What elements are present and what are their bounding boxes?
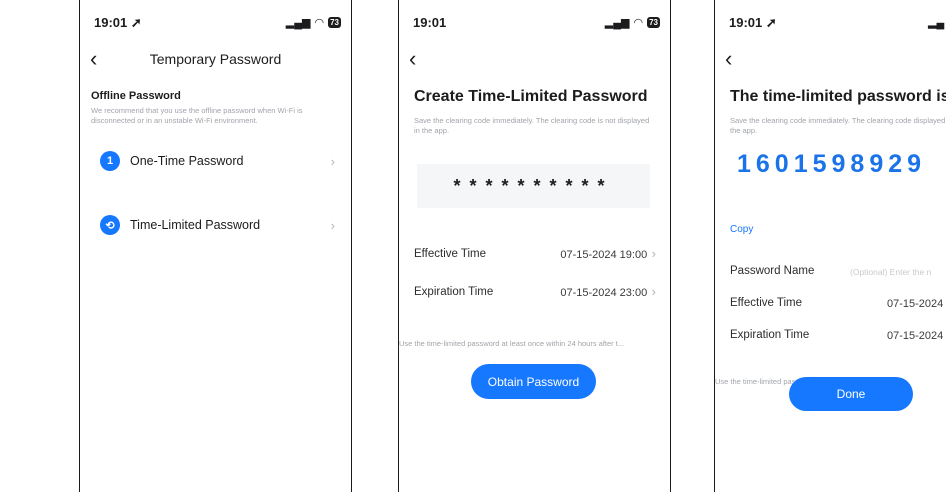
page-subtitle: Save the clearing code immediately. The … [414,116,650,135]
chevron-right-icon: › [651,284,656,299]
menu-item-label: One-Time Password [130,154,244,168]
wifi-icon: ◠ [633,17,644,29]
wifi-icon: ◠ [314,17,325,29]
status-icons: ▂▄▆ ◠ 73 [286,16,341,29]
screen-create-time-limited-password: 19:01 ▂▄▆ ◠ 73 ‹ Create Time-Limited Pas… [398,0,671,492]
location-arrow-icon: ➚ [130,15,142,30]
obtain-password-button[interactable]: Obtain Password [471,364,596,399]
status-time: 19:01 [413,15,447,30]
expiration-time-value[interactable]: 07-15-2024 2 [887,330,946,342]
page-title: The time-limited password is obt [730,88,946,105]
signal-icon: ▂▄ [928,17,945,29]
copy-button[interactable]: Copy [730,224,753,235]
status-time: 19:01 ➚ [729,15,777,31]
back-button[interactable]: ‹ [725,48,732,70]
signal-icon: ▂▄▆ [285,17,311,29]
expiration-time-value: 07-15-2024 23:00 [560,287,648,299]
chevron-right-icon: › [330,153,335,169]
time-limited-password-item[interactable]: ⟲ Time-Limited Password › [100,209,335,241]
effective-time-value-group: 07-15-2024 19:00 › [560,245,656,263]
chevron-right-icon: › [330,217,335,233]
page-title: Create Time-Limited Password [414,88,648,105]
battery-icon: 73 [328,17,341,28]
status-time-text: 19:01 [729,15,763,30]
expiration-time-row[interactable]: Expiration Time 07-15-2024 23:00 › [414,283,656,301]
location-arrow-icon: ➚ [765,15,777,30]
time-limited-icon: ⟲ [100,215,120,235]
section-title: Offline Password [91,90,181,102]
page-subtitle: Save the clearing code immediately. The … [730,116,946,135]
screen-temporary-password: 19:01 ➚ ▂▄▆ ◠ 73 ‹ Temporary Password Of… [79,0,352,492]
expiration-time-label: Expiration Time [730,329,810,341]
effective-time-value[interactable]: 07-15-2024 1 [887,298,946,310]
password-name-label: Password Name [730,265,815,277]
effective-time-label: Effective Time [730,297,803,309]
password-code: 1601598929 [737,150,927,178]
chevron-right-icon: › [651,246,656,261]
password-name-input[interactable]: (Optional) Enter the n [850,267,931,277]
section-subtitle: We recommend that you use the offline pa… [91,106,303,125]
nav-title: Temporary Password [149,51,282,67]
usage-note: Use the time-limited password at least o… [399,339,625,348]
one-time-password-item[interactable]: 1 One-Time Password › [100,145,335,177]
expiration-time-value-group: 07-15-2024 23:00 › [560,283,656,301]
done-button[interactable]: Done [789,377,913,411]
back-button[interactable]: ‹ [409,48,416,70]
masked-password: ********** [417,164,650,208]
expiration-time-label: Expiration Time [414,286,494,298]
menu-item-label: Time-Limited Password [130,218,261,232]
effective-time-label: Effective Time [414,248,487,260]
status-time: 19:01 ➚ [94,15,142,31]
chevron-left-icon: ‹ [725,46,733,71]
effective-time-row[interactable]: Effective Time 07-15-2024 19:00 › [414,245,656,263]
signal-icon: ▂▄▆ [604,17,630,29]
one-time-icon: 1 [100,151,120,171]
effective-time-value: 07-15-2024 19:00 [560,249,648,261]
battery-icon: 73 [647,17,660,28]
status-icons: ▂▄▆ ◠ 73 [605,16,660,29]
status-time-text: 19:01 [94,15,128,30]
chevron-left-icon: ‹ [409,46,417,71]
screen-password-obtained: 19:01 ➚ ▂▄ ‹ The time-limited password i… [714,0,946,492]
